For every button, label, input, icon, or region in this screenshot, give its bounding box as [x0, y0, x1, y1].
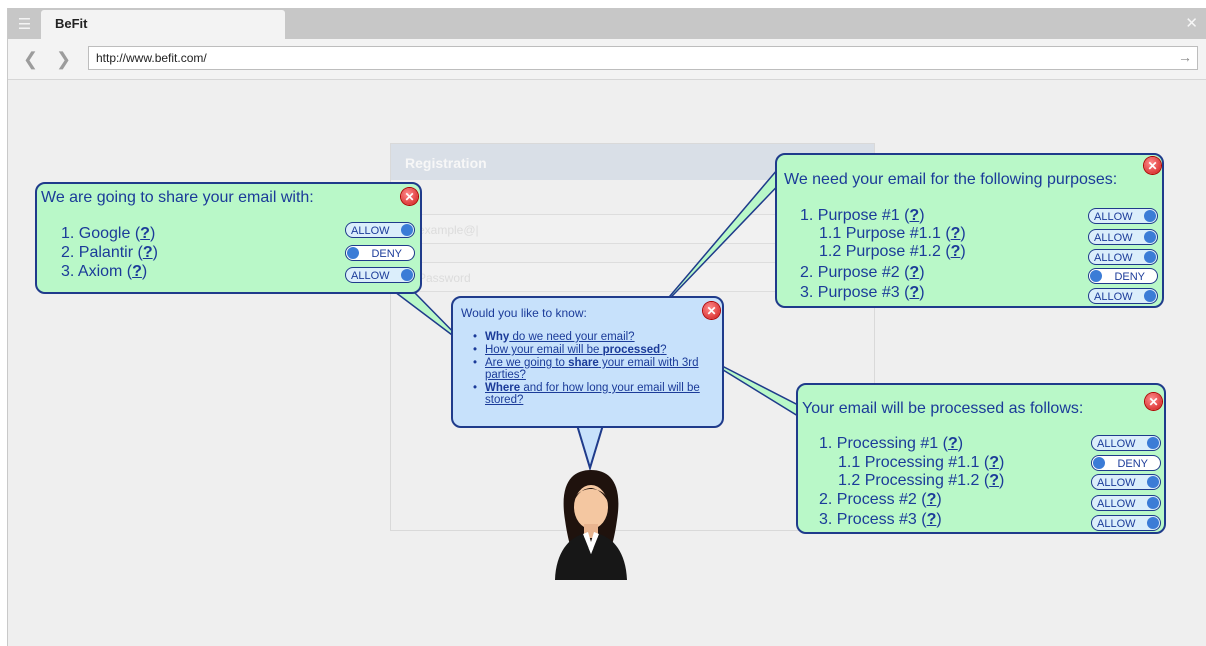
user-avatar-icon	[555, 470, 627, 580]
purpose-item-3: 3. Purpose #3 (?)	[800, 284, 925, 301]
close-icon[interactable]: ✕	[1145, 393, 1162, 410]
question-list: Why do we need your email? How your emai…	[473, 331, 713, 407]
question-bubble: Would you like to know: ✕ Why do we need…	[451, 296, 724, 428]
question-bubble-title: Would you like to know:	[461, 306, 587, 320]
allow-toggle[interactable]: ALLOW	[1091, 474, 1161, 490]
toggle-knob	[347, 247, 359, 259]
purpose-item-1: 1. Purpose #1 (?)	[800, 207, 925, 224]
toggle-knob	[401, 269, 413, 281]
toggle-knob	[1147, 437, 1159, 449]
help-link[interactable]: ?	[989, 454, 999, 471]
share-item-3: 3. Axiom (?)	[61, 263, 148, 280]
purpose-item-1-1: 1.1 Purpose #1.1 (?)	[819, 225, 966, 242]
processing-bubble: Your email will be processed as follows:…	[796, 383, 1166, 534]
processing-item-2: 2. Process #2 (?)	[819, 491, 942, 508]
help-link[interactable]: ?	[909, 207, 919, 224]
question-where[interactable]: Where and for how long your email will b…	[473, 382, 713, 406]
toggle-knob	[401, 224, 413, 236]
help-link[interactable]: ?	[909, 284, 919, 301]
toggle-knob	[1090, 270, 1102, 282]
toggle-knob	[1147, 476, 1159, 488]
allow-toggle[interactable]: ALLOW	[1091, 495, 1161, 511]
help-link[interactable]: ?	[140, 225, 150, 242]
close-icon[interactable]: ✕	[1144, 157, 1161, 174]
toggle-knob	[1144, 290, 1156, 302]
processing-item-3: 3. Process #3 (?)	[819, 511, 942, 528]
allow-toggle[interactable]: ALLOW	[1091, 435, 1161, 451]
question-share[interactable]: Are we going to share your email with 3r…	[473, 357, 713, 381]
help-link[interactable]: ?	[948, 435, 958, 452]
help-link[interactable]: ?	[927, 511, 937, 528]
help-link[interactable]: ?	[143, 244, 153, 261]
toggle-knob	[1144, 251, 1156, 263]
share-item-2: 2. Palantir (?)	[61, 244, 158, 261]
deny-toggle[interactable]: DENY	[345, 245, 415, 261]
share-bubble: We are going to share your email with: ✕…	[35, 182, 422, 294]
toggle-knob	[1144, 231, 1156, 243]
toggle-knob	[1093, 457, 1105, 469]
allow-toggle[interactable]: ALLOW	[345, 267, 415, 283]
toggle-knob	[1147, 517, 1159, 529]
help-link[interactable]: ?	[132, 263, 142, 280]
allow-toggle[interactable]: ALLOW	[1088, 229, 1158, 245]
deny-toggle[interactable]: DENY	[1088, 268, 1158, 284]
processing-item-1-2: 1.2 Processing #1.2 (?)	[838, 472, 1005, 489]
help-link[interactable]: ?	[951, 225, 961, 242]
allow-toggle[interactable]: ALLOW	[1091, 515, 1161, 531]
allow-toggle[interactable]: ALLOW	[1088, 288, 1158, 304]
purpose-item-1-2: 1.2 Purpose #1.2 (?)	[819, 243, 966, 260]
close-icon[interactable]: ✕	[401, 188, 418, 205]
toggle-knob	[1147, 497, 1159, 509]
share-bubble-title: We are going to share your email with:	[41, 189, 314, 206]
purpose-item-2: 2. Purpose #2 (?)	[800, 264, 925, 281]
share-item-1: 1. Google (?)	[61, 225, 156, 242]
help-link[interactable]: ?	[927, 491, 937, 508]
purposes-connector	[652, 161, 789, 317]
help-link[interactable]: ?	[989, 472, 999, 489]
processing-item-1: 1. Processing #1 (?)	[819, 435, 964, 452]
close-icon[interactable]: ✕	[703, 302, 720, 319]
processing-item-1-1: 1.1 Processing #1.1 (?)	[838, 454, 1005, 471]
allow-toggle[interactable]: ALLOW	[345, 222, 415, 238]
help-link[interactable]: ?	[951, 243, 961, 260]
question-how-processed[interactable]: How your email will be processed?	[473, 344, 713, 356]
toggle-knob	[1144, 210, 1156, 222]
allow-toggle[interactable]: ALLOW	[1088, 208, 1158, 224]
help-link[interactable]: ?	[909, 264, 919, 281]
purposes-bubble: We need your email for the following pur…	[775, 153, 1164, 308]
question-why[interactable]: Why do we need your email?	[473, 331, 713, 343]
deny-toggle[interactable]: DENY	[1091, 455, 1161, 471]
allow-toggle[interactable]: ALLOW	[1088, 249, 1158, 265]
processing-bubble-title: Your email will be processed as follows:	[802, 400, 1084, 417]
purposes-bubble-title: We need your email for the following pur…	[784, 171, 1118, 188]
